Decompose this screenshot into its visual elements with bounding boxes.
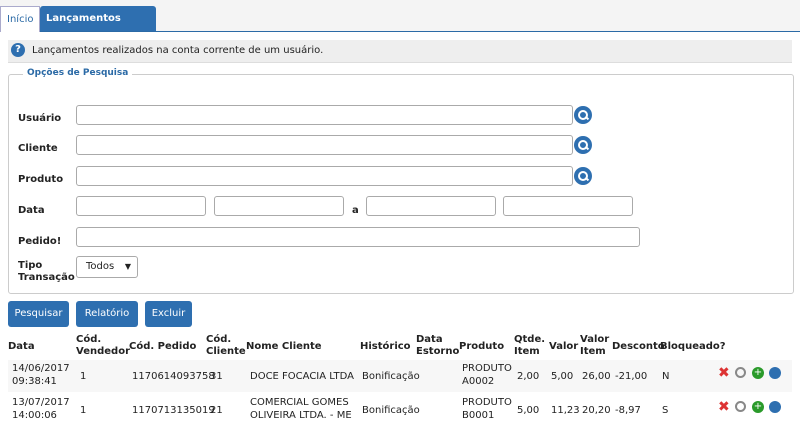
row1-nome-cliente: DOCE FOCACIA LTDA: [250, 371, 354, 382]
tab-bar: Início Lançamentos Realizados: [0, 0, 800, 49]
data-label: Data: [18, 205, 45, 216]
row2-vendedor: 1: [80, 405, 87, 416]
row2-data: 13/07/2017: [12, 397, 70, 408]
tipo-transacao-value: Todos: [86, 261, 115, 272]
delete-icon[interactable]: ✖: [718, 400, 730, 414]
row2-produto-2: B0001: [462, 410, 495, 421]
col-desconto: Desconto: [612, 341, 665, 352]
produto-label: Produto: [18, 174, 64, 185]
pedido-input[interactable]: [76, 227, 640, 247]
cliente-search-icon[interactable]: [574, 136, 592, 154]
row2-produto-1: PRODUTO: [462, 397, 512, 408]
row1-produto-1: PRODUTO: [462, 363, 512, 374]
col-qtde-item-1: Qtde.: [514, 334, 546, 345]
info-bar: ? Lançamentos realizados na conta corren…: [8, 40, 792, 63]
row2-historico: Bonificação: [362, 405, 420, 416]
col-cod-vendedor-1: Cód.: [76, 334, 102, 345]
col-data: Data: [8, 341, 35, 352]
row2-desconto: -8,97: [615, 405, 641, 416]
usuario-input[interactable]: [76, 105, 573, 125]
col-data-estorno-1: Data: [416, 334, 443, 345]
col-nome-cliente: Nome Cliente: [246, 341, 322, 352]
usuario-search-icon[interactable]: [574, 106, 592, 124]
refresh-icon[interactable]: [769, 401, 781, 413]
row1-historico: Bonificação: [362, 371, 420, 382]
col-qtde-item-2: Item: [514, 346, 540, 357]
add-icon[interactable]: +: [752, 401, 764, 413]
hora-inicio-input[interactable]: [214, 196, 344, 216]
excluir-button[interactable]: Excluir: [145, 301, 192, 327]
col-cod-cliente-2: Cliente: [206, 346, 246, 357]
col-cod-pedido: Cód. Pedido: [129, 341, 197, 352]
cliente-label: Cliente: [18, 143, 58, 154]
row2-qtde: 5,00: [517, 405, 540, 416]
row1-bloqueado: N: [662, 371, 670, 382]
row1-pedido: 1170614093758: [132, 371, 215, 382]
row2-nome-cliente-2: OLIVEIRA LTDA. - ME: [250, 410, 352, 421]
pesquisar-button[interactable]: Pesquisar: [8, 301, 69, 327]
col-cod-vendedor-2: Vendedor: [76, 346, 130, 357]
tab-lancamentos-realizados[interactable]: Lançamentos Realizados: [40, 6, 156, 49]
help-icon: ?: [11, 43, 25, 57]
col-valor-item-2: Item: [580, 346, 606, 357]
usuario-label: Usuário: [18, 113, 62, 124]
cliente-input[interactable]: [76, 135, 573, 155]
row1-desconto: -21,00: [615, 371, 648, 382]
search-options-fieldset: Opções de Pesquisa Usuário Cliente Produ…: [8, 68, 794, 294]
row1-vendedor: 1: [80, 371, 87, 382]
row1-valor-item: 26,00: [582, 371, 611, 382]
row1-qtde: 2,00: [517, 371, 540, 382]
col-valor-item-1: Valor: [580, 334, 610, 345]
col-cod-cliente-1: Cód.: [206, 334, 232, 345]
col-data-estorno-2: Estorno: [416, 346, 460, 357]
row2-valor-item: 20,20: [582, 405, 611, 416]
hora-fim-input[interactable]: [503, 196, 633, 216]
tab-inicio[interactable]: Início: [0, 6, 40, 32]
chevron-down-icon: ▼: [124, 262, 131, 271]
row2-valor: 11,23: [551, 405, 580, 416]
col-bloqueado: Bloqueado?: [660, 341, 726, 352]
row2-hora: 14:00:06: [12, 410, 57, 421]
data-inicio-input[interactable]: [76, 196, 206, 216]
row1-hora: 09:38:41: [12, 376, 57, 387]
pedido-label: Pedido!: [18, 236, 62, 247]
view-icon[interactable]: [735, 367, 746, 378]
row2-nome-cliente-1: COMERCIAL GOMES: [250, 397, 349, 408]
row1-cliente: 31: [210, 371, 223, 382]
view-icon[interactable]: [735, 401, 746, 412]
tipo-transacao-label-line1: Tipo: [18, 260, 43, 271]
info-text: Lançamentos realizados na conta corrente…: [32, 45, 324, 56]
data-separator: a: [352, 205, 359, 216]
row2-pedido: 1170713135019: [132, 405, 215, 416]
delete-icon[interactable]: ✖: [718, 366, 730, 380]
row1-data: 14/06/2017: [12, 363, 70, 374]
row1-valor: 5,00: [551, 371, 574, 382]
add-icon[interactable]: +: [752, 367, 764, 379]
tipo-transacao-select[interactable]: Todos ▼: [76, 256, 138, 278]
search-options-legend: Opções de Pesquisa: [23, 68, 133, 78]
relatorio-button[interactable]: Relatório: [76, 301, 138, 327]
produto-input[interactable]: [76, 166, 573, 186]
tipo-transacao-label-line2: Transação: [18, 272, 75, 283]
data-fim-input[interactable]: [366, 196, 496, 216]
row2-cliente: 21: [210, 405, 223, 416]
row1-produto-2: A0002: [462, 376, 495, 387]
col-valor: Valor: [549, 341, 579, 352]
row2-bloqueado: S: [662, 405, 669, 416]
col-historico: Histórico: [360, 341, 411, 352]
produto-search-icon[interactable]: [574, 167, 592, 185]
col-produto: Produto: [459, 341, 505, 352]
refresh-icon[interactable]: [769, 367, 781, 379]
